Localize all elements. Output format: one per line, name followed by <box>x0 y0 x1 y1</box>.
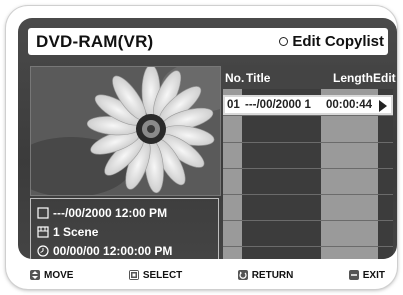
footer-move-label: MOVE <box>44 269 74 281</box>
scene-icon <box>37 225 49 238</box>
row-no: 01 <box>227 99 240 111</box>
table-row-selected[interactable]: 01 ---/00/2000 1 00:00:44 <box>223 95 393 115</box>
row-length: 00:00:44 <box>326 99 373 111</box>
exit-key-icon <box>348 270 359 280</box>
row-divider <box>223 220 393 221</box>
footer-select[interactable]: SELECT <box>128 269 183 281</box>
row-divider <box>223 115 393 116</box>
calendar-icon <box>37 206 49 219</box>
footer-return[interactable]: RETURN <box>237 269 294 281</box>
mode-indicator: Edit Copylist <box>279 33 384 50</box>
updown-key-icon <box>30 270 40 280</box>
tv-frame: DVD-RAM(VR) Edit Copylist ---/00/2000 12… <box>6 6 397 289</box>
footer-exit[interactable]: EXIT <box>348 269 385 281</box>
header-length: Length <box>333 71 373 85</box>
row-divider <box>223 246 393 247</box>
return-key-icon <box>237 270 248 280</box>
enter-key-icon <box>128 270 139 280</box>
title-info-panel: ---/00/2000 12:00 PM 1 Scene 00/00/00 12… <box>30 198 219 259</box>
header-title: Title <box>246 71 271 85</box>
footer-select-label: SELECT <box>142 269 183 281</box>
thumbnail-preview <box>30 66 221 196</box>
footer-exit-label: EXIT <box>362 269 385 281</box>
info-elapsed: 00/00/00 12:00:00 PM <box>53 243 173 258</box>
info-date-row: ---/00/2000 12:00 PM <box>37 203 212 222</box>
row-title: ---/00/2000 1 <box>245 99 311 111</box>
footer-key-guide: MOVE SELECT RETURN EXIT <box>30 263 385 287</box>
header-bar: DVD-RAM(VR) Edit Copylist <box>28 28 388 55</box>
row-divider <box>223 168 393 169</box>
header-edit: Edit <box>373 71 396 85</box>
radio-ring-icon <box>279 37 289 46</box>
play-arrow-icon[interactable] <box>379 100 387 112</box>
page-title: DVD-RAM(VR) <box>36 31 154 51</box>
copylist-table: No. Title Length Edit 01 ---/00/2000 1 0… <box>223 65 396 259</box>
info-date-time: ---/00/2000 12:00 PM <box>53 205 168 220</box>
info-scene-row: 1 Scene <box>37 222 212 241</box>
screen: DVD-RAM(VR) Edit Copylist ---/00/2000 12… <box>18 18 397 259</box>
header-no: No. <box>225 71 245 85</box>
row-divider <box>223 194 393 195</box>
info-elapsed-row: 00/00/00 12:00:00 PM <box>37 241 212 259</box>
table-header: No. Title Length Edit <box>223 65 396 89</box>
info-scenes: 1 Scene <box>53 224 99 239</box>
clock-icon <box>37 244 49 257</box>
row-divider <box>223 142 393 143</box>
footer-return-label: RETURN <box>251 269 294 281</box>
flower-image <box>31 67 220 195</box>
footer-move[interactable]: MOVE <box>30 270 73 281</box>
mode-label: Edit Copylist <box>292 33 384 50</box>
